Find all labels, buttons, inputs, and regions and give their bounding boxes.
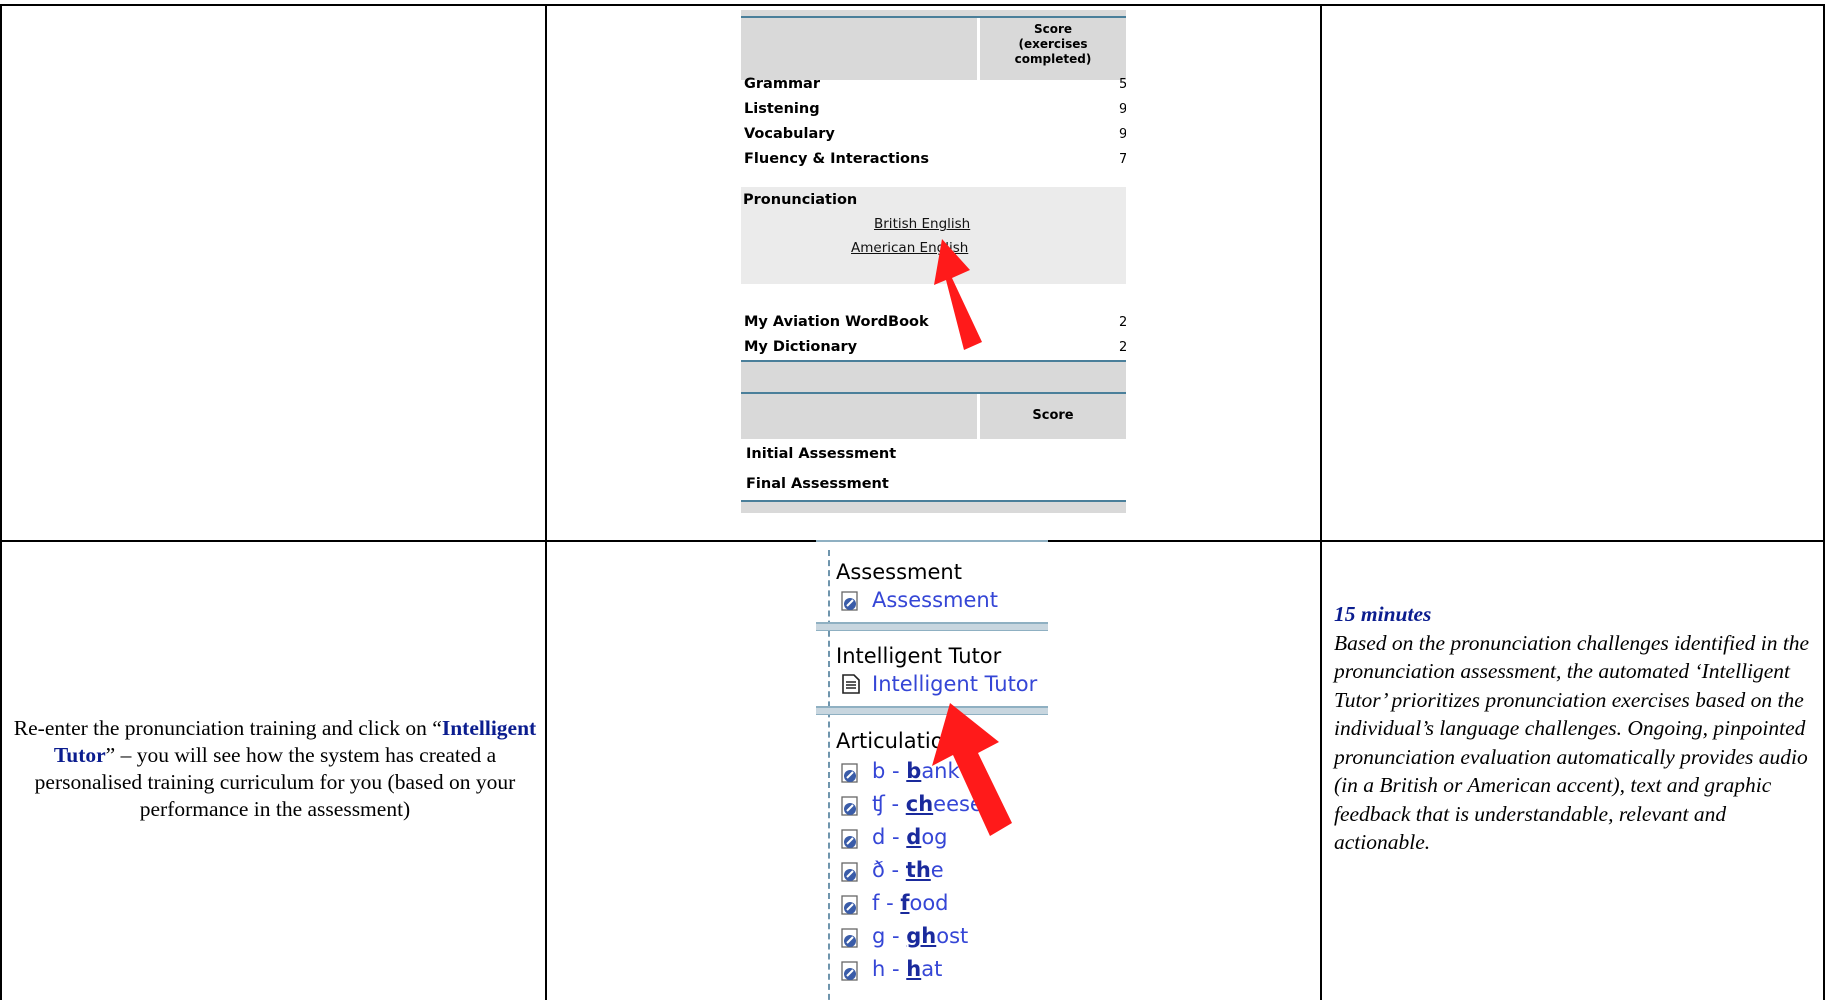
table-border-top [0,4,1825,6]
score-panel-screenshot: Score (exercises completed) Grammar 5 Li… [741,10,1126,513]
description-body: Based on the pronunciation challenges id… [1334,630,1810,855]
table-border-left [0,4,2,1000]
instruction-before: Re-enter the pronunciation training and … [13,716,442,740]
duration-label: 15 minutes [1334,602,1432,626]
instruction-text: Re-enter the pronunciation training and … [10,715,540,823]
tutor-menu-screenshot: Assessment Assessment Intelligent Tutor … [816,540,1048,1000]
description-text: 15 minutes Based on the pronunciation ch… [1334,600,1814,857]
instruction-after: ” – you will see how the system has crea… [34,743,516,821]
red-arrow-pointer [934,239,982,350]
table-border-col1 [545,4,547,1000]
table-border-col2 [1320,4,1322,1000]
red-arrow-pointer [932,703,1012,836]
